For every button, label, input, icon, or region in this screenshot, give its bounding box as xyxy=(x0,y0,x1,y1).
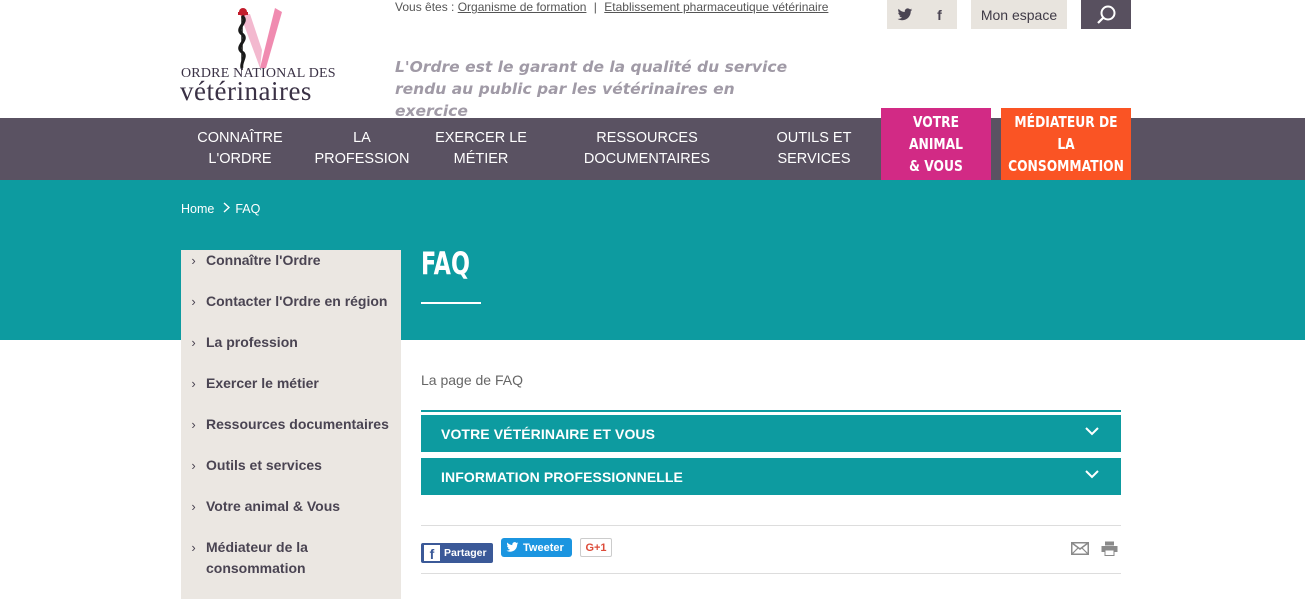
chevron-right-icon: › xyxy=(191,499,196,514)
mail-icon[interactable] xyxy=(1071,542,1089,555)
sidebar-item-exercer-metier[interactable]: › Exercer le métier xyxy=(181,373,401,394)
mon-espace-button[interactable]: Mon espace xyxy=(971,0,1067,29)
search-button[interactable] xyxy=(1081,0,1131,29)
chevron-right-icon xyxy=(223,202,231,216)
nav-connaitre-ordre[interactable]: CONNAÎTRE L'ORDRE xyxy=(181,118,299,180)
page-title: FAQ xyxy=(421,246,470,282)
link-etablissement-pharmaceutique[interactable]: Etablissement pharmaceutique vétérinaire xyxy=(604,0,828,14)
search-icon xyxy=(1097,5,1116,24)
sidebar-item-label: Connaître l'Ordre xyxy=(206,252,321,268)
chevron-right-icon: › xyxy=(191,253,196,268)
faq-section-information-pro[interactable]: INFORMATION PROFESSIONNELLE xyxy=(421,458,1121,495)
sidebar-item-ressources[interactable]: › Ressources documentaires xyxy=(181,414,401,435)
sidebar-item-mediateur[interactable]: › Médiateur de la consommation xyxy=(181,537,401,579)
faq-section-label: VOTRE VÉTÉRINAIRE ET VOUS xyxy=(441,425,656,442)
tweet-button[interactable]: Tweeter xyxy=(501,538,572,557)
sidebar-item-contacter-ordre[interactable]: › Contacter l'Ordre en région xyxy=(181,291,401,312)
sidebar-item-label: Outils et services xyxy=(206,457,322,473)
tweet-label: Tweeter xyxy=(523,541,564,554)
site-tagline: L'Ordre est le garant de la qualité du s… xyxy=(395,58,788,120)
facebook-share-label: Partager xyxy=(444,547,487,559)
facebook-icon[interactable]: f xyxy=(922,0,957,29)
breadcrumb: Home FAQ xyxy=(181,202,260,216)
site-logo[interactable]: ORDRE NATIONAL DES vétérinaires xyxy=(180,6,360,106)
chevron-right-icon: › xyxy=(191,458,196,473)
sidebar-item-label: Ressources documentaires xyxy=(206,416,389,432)
twitter-icon xyxy=(506,542,519,552)
sidebar-item-label: Médiateur de la consommation xyxy=(206,539,308,576)
sidebar-item-label: Exercer le métier xyxy=(206,375,319,391)
nav-mediateur[interactable]: MÉDIATEUR DE LA CONSOMMATION xyxy=(1001,108,1131,180)
chevron-right-icon: › xyxy=(191,540,196,555)
sidebar-item-label: La profession xyxy=(206,334,298,350)
nav-votre-animal[interactable]: VOTRE ANIMAL & VOUS xyxy=(881,108,991,180)
nav-la-profession[interactable]: LA PROFESSION xyxy=(309,118,415,180)
chevron-down-icon xyxy=(1085,470,1099,479)
chevron-right-icon: › xyxy=(191,376,196,391)
chevron-down-icon xyxy=(1085,427,1099,436)
sidebar-item-label: Votre animal & Vous xyxy=(206,498,341,514)
sidebar-item-label: Contacter l'Ordre en région xyxy=(206,293,388,309)
chevron-right-icon: › xyxy=(191,417,196,432)
chevron-right-icon: › xyxy=(191,294,196,309)
facebook-share-button[interactable]: f Partager xyxy=(421,543,493,563)
sidebar-item-votre-animal[interactable]: › Votre animal & Vous xyxy=(181,496,401,517)
nav-votre-animal-label: VOTRE ANIMAL & VOUS xyxy=(909,113,963,175)
sidebar-item-la-profession[interactable]: › La profession xyxy=(181,332,401,353)
social-links: f xyxy=(887,0,957,29)
nav-ressources-documentaires[interactable]: RESSOURCES DOCUMENTAIRES xyxy=(567,118,727,180)
audience-label: Vous êtes : xyxy=(395,0,455,14)
chevron-right-icon: › xyxy=(191,335,196,350)
facebook-icon: f xyxy=(424,545,440,561)
faq-section-label: INFORMATION PROFESSIONNELLE xyxy=(441,468,683,485)
audience-links: Vous êtes : Organisme de formation | Eta… xyxy=(395,0,828,14)
nav-outils-services[interactable]: OUTILS ET SERVICES xyxy=(759,118,869,180)
gplus-button[interactable]: G+1 xyxy=(580,538,612,557)
sidebar-item-connaitre-ordre[interactable]: › Connaître l'Ordre xyxy=(181,250,401,271)
faq-section-votre-veterinaire[interactable]: VOTRE VÉTÉRINAIRE ET VOUS xyxy=(421,415,1121,452)
share-bottom-divider xyxy=(421,573,1121,574)
print-icon[interactable] xyxy=(1101,541,1118,556)
logo-caduceus-icon xyxy=(238,8,282,70)
accordion-top-rule xyxy=(421,410,1121,412)
audience-separator: | xyxy=(593,0,597,14)
sidebar-menu: › Connaître l'Ordre › Contacter l'Ordre … xyxy=(181,250,401,599)
share-top-divider xyxy=(421,525,1121,526)
twitter-icon[interactable] xyxy=(887,0,922,29)
breadcrumb-home[interactable]: Home xyxy=(181,202,214,216)
title-underline xyxy=(421,302,481,304)
sidebar-item-outils-services[interactable]: › Outils et services xyxy=(181,455,401,476)
nav-exercer-metier[interactable]: EXERCER LE MÉTIER xyxy=(425,118,537,180)
link-organisme-formation[interactable]: Organisme de formation xyxy=(458,0,587,14)
breadcrumb-current: FAQ xyxy=(235,202,261,216)
intro-text: La page de FAQ xyxy=(421,372,523,388)
main-navigation: CONNAÎTRE L'ORDRE LA PROFESSION EXERCER … xyxy=(0,108,1305,180)
logo-line2: vétérinaires xyxy=(180,76,312,106)
nav-mediateur-label: MÉDIATEUR DE LA CONSOMMATION xyxy=(1008,113,1124,175)
